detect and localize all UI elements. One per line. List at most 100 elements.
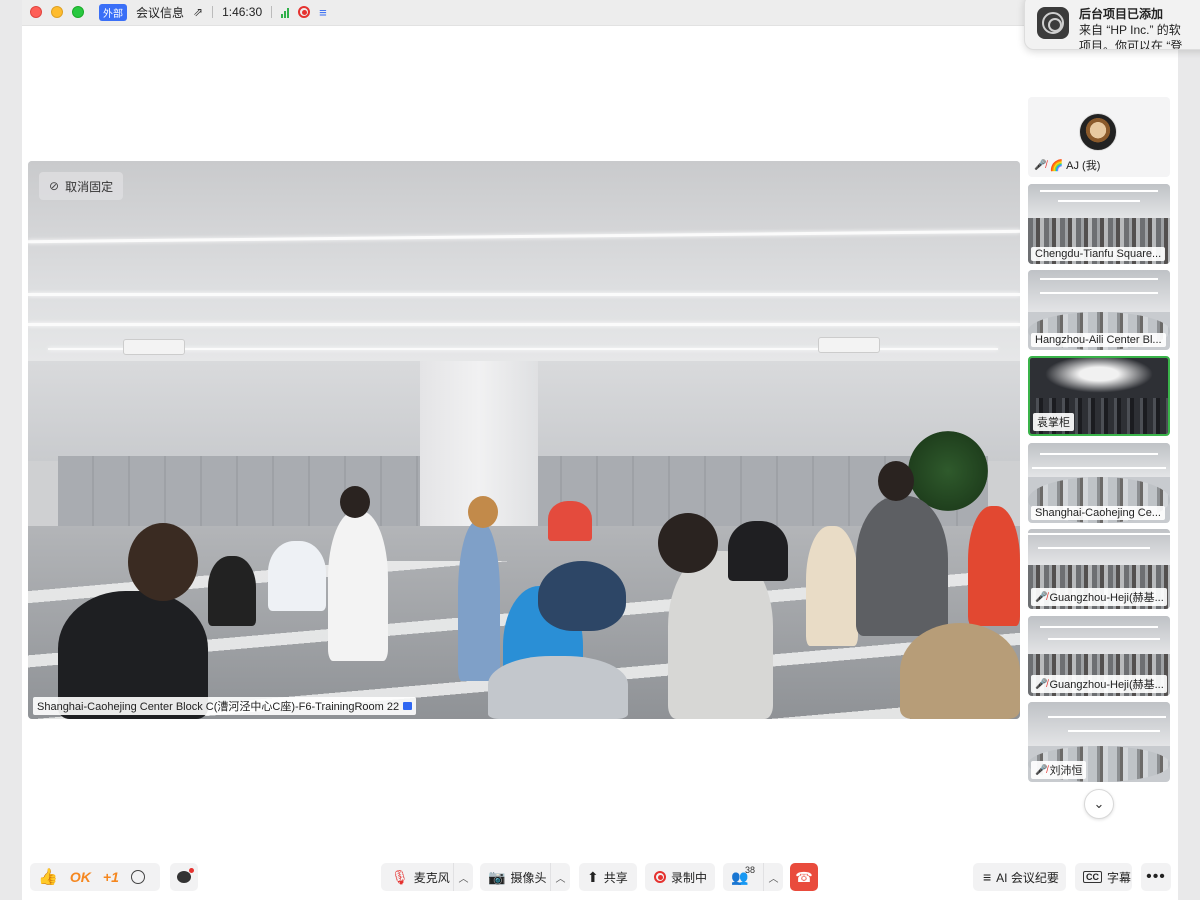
meeting-info-link[interactable]: 会议信息: [136, 4, 184, 21]
tile-video-scene: [1040, 190, 1158, 192]
window-edge-right: [1178, 0, 1200, 900]
emoji-picker-icon[interactable]: [130, 870, 145, 884]
notification-line-1: 来自 “HP Inc.” 的软: [1079, 23, 1181, 37]
mic-muted-icon: 🎤̸: [1035, 678, 1048, 690]
closed-caption-icon: CC: [1083, 871, 1102, 883]
reaction-plus-one[interactable]: +1: [103, 869, 119, 885]
video-scene-light: [28, 323, 1020, 326]
reaction-ok[interactable]: OK: [70, 869, 91, 885]
unpin-icon: ⊘: [49, 179, 60, 193]
video-scene-person: [968, 506, 1020, 626]
participant-name: Hangzhou-Aili Center Bl...: [1035, 334, 1162, 346]
settings-app-icon: [1037, 7, 1069, 39]
participant-tile[interactable]: 🎤̸ Guangzhou-Heji(赫基...: [1028, 616, 1170, 696]
main-video-caption: Shanghai-Caohejing Center Block C(漕河泾中心C…: [33, 697, 417, 715]
leave-meeting-button[interactable]: ☎: [790, 863, 818, 891]
participant-name: Guangzhou-Heji(赫基...: [1049, 679, 1164, 691]
video-scene-person: [548, 501, 592, 541]
tile-video-scene: [1048, 716, 1166, 718]
microphone-label: 麦克风: [413, 870, 450, 885]
tile-video-scene: [1040, 278, 1158, 280]
participant-tile[interactable]: 🎤̸ Guangzhou-Heji(赫基...: [1028, 529, 1170, 609]
participants-options-chevron-up-icon[interactable]: ︿: [763, 863, 783, 891]
more-icon: •••: [1146, 868, 1166, 885]
participant-tile-active-speaker[interactable]: 袁掌柜: [1028, 356, 1170, 436]
subtitles-button[interactable]: CC 字幕: [1075, 863, 1132, 891]
tile-video-scene: [1040, 292, 1158, 294]
share-icon[interactable]: ⇗: [193, 5, 203, 19]
ai-summary-label: AI 会议纪要: [996, 870, 1059, 885]
tile-video-scene: [1038, 547, 1150, 549]
participant-name: Guangzhou-Heji(赫基...: [1049, 592, 1164, 604]
video-scene-person: [328, 511, 388, 661]
video-scene-person-head: [538, 561, 626, 631]
ai-summary-button[interactable]: ≡ AI 会议纪要: [973, 863, 1066, 891]
video-scene-person: [268, 541, 326, 611]
close-window-button[interactable]: [30, 6, 42, 18]
share-screen-icon: ⬆: [587, 868, 599, 885]
video-scene-light: [28, 293, 1020, 296]
camera-off-icon: 📷: [488, 868, 506, 885]
unpin-button[interactable]: ⊘ 取消固定: [39, 172, 124, 200]
notification-content: 后台项目已添加 来自 “HP Inc.” 的软 项目。你可以在 “登: [1079, 5, 1182, 49]
participant-label: Hangzhou-Aili Center Bl...: [1031, 333, 1166, 347]
participant-name: AJ (我): [1066, 160, 1101, 172]
recording-button[interactable]: 录制中: [645, 863, 715, 891]
tile-video-scene: [1028, 270, 1170, 312]
tile-video-scene: [1068, 730, 1160, 732]
tile-video-scene: [1058, 200, 1140, 202]
tile-video-scene: [1028, 533, 1170, 535]
tile-video-scene: [1040, 626, 1158, 628]
participants-button[interactable]: 👥 38 ︿: [723, 863, 783, 891]
main-video-feed[interactable]: ⊘ 取消固定 Shanghai-Caohejing Center Block C…: [28, 161, 1020, 719]
video-scene-projector: [818, 337, 880, 353]
camera-options-chevron-up-icon[interactable]: ︿: [550, 863, 570, 891]
participant-name: 袁掌柜: [1037, 417, 1070, 429]
participant-label: 袁掌柜: [1033, 413, 1074, 431]
avatar: [1079, 113, 1117, 151]
video-scene-person: [856, 496, 948, 636]
fullscreen-window-button[interactable]: [72, 6, 84, 18]
camera-button[interactable]: 📷 摄像头 ︿: [480, 863, 570, 891]
unread-dot: [189, 868, 194, 873]
chat-button[interactable]: [170, 863, 198, 891]
video-scene-person-head: [658, 513, 718, 573]
tile-video-scene: [1028, 443, 1170, 477]
participant-name: Shanghai-Caohejing Ce...: [1035, 507, 1161, 519]
tile-video-scene: [1028, 702, 1170, 746]
signal-icon[interactable]: [281, 7, 290, 18]
meeting-timer: 1:46:30: [222, 5, 263, 19]
list-icon[interactable]: ≡: [319, 5, 327, 20]
participant-tile[interactable]: Chengdu-Tianfu Square...: [1028, 184, 1170, 264]
more-options-button[interactable]: •••: [1141, 863, 1171, 891]
scroll-down-button[interactable]: ⌄: [1084, 789, 1114, 819]
participant-label: Chengdu-Tianfu Square...: [1031, 247, 1166, 261]
mic-muted-icon: 🎤̸: [1034, 159, 1047, 171]
recording-icon[interactable]: [298, 6, 311, 18]
system-notification[interactable]: 后台项目已添加 来自 “HP Inc.” 的软 项目。你可以在 “登: [1024, 0, 1200, 50]
window-edge-left: [0, 0, 22, 900]
participant-tile[interactable]: Hangzhou-Aili Center Bl...: [1028, 270, 1170, 350]
microphone-options-chevron-up-icon[interactable]: ︿: [453, 863, 473, 891]
chevron-down-icon: ⌄: [1093, 796, 1105, 811]
tile-video-scene: [1028, 616, 1170, 654]
participant-tile[interactable]: Shanghai-Caohejing Ce...: [1028, 443, 1170, 523]
mic-muted-icon: 🎤̸: [1035, 764, 1048, 776]
tile-video-scene: [1032, 467, 1166, 469]
mic-muted-icon: 🎤̸: [1035, 591, 1048, 603]
participant-label: 🎤̸ 刘沛恒: [1031, 761, 1087, 779]
video-scene-person: [458, 521, 500, 681]
thumbs-up-icon[interactable]: 👍: [38, 867, 58, 887]
external-badge: 外部: [99, 3, 127, 21]
chat-icon: [177, 868, 194, 883]
participant-tile[interactable]: 🎤̸ 刘沛恒: [1028, 702, 1170, 782]
participant-label: Shanghai-Caohejing Ce...: [1031, 506, 1165, 520]
tile-video-scene: [1048, 638, 1160, 640]
participant-tile-self[interactable]: 🎤̸ 🌈 AJ (我): [1028, 97, 1170, 177]
participant-count: 38: [745, 865, 756, 875]
subtitles-label: 字幕: [1107, 870, 1132, 885]
share-screen-button[interactable]: ⬆ 共享: [579, 863, 637, 891]
microphone-button[interactable]: 🎙 麦克风 ︿: [381, 863, 473, 891]
minimize-window-button[interactable]: [51, 6, 63, 18]
video-scene-person-head: [468, 496, 498, 528]
